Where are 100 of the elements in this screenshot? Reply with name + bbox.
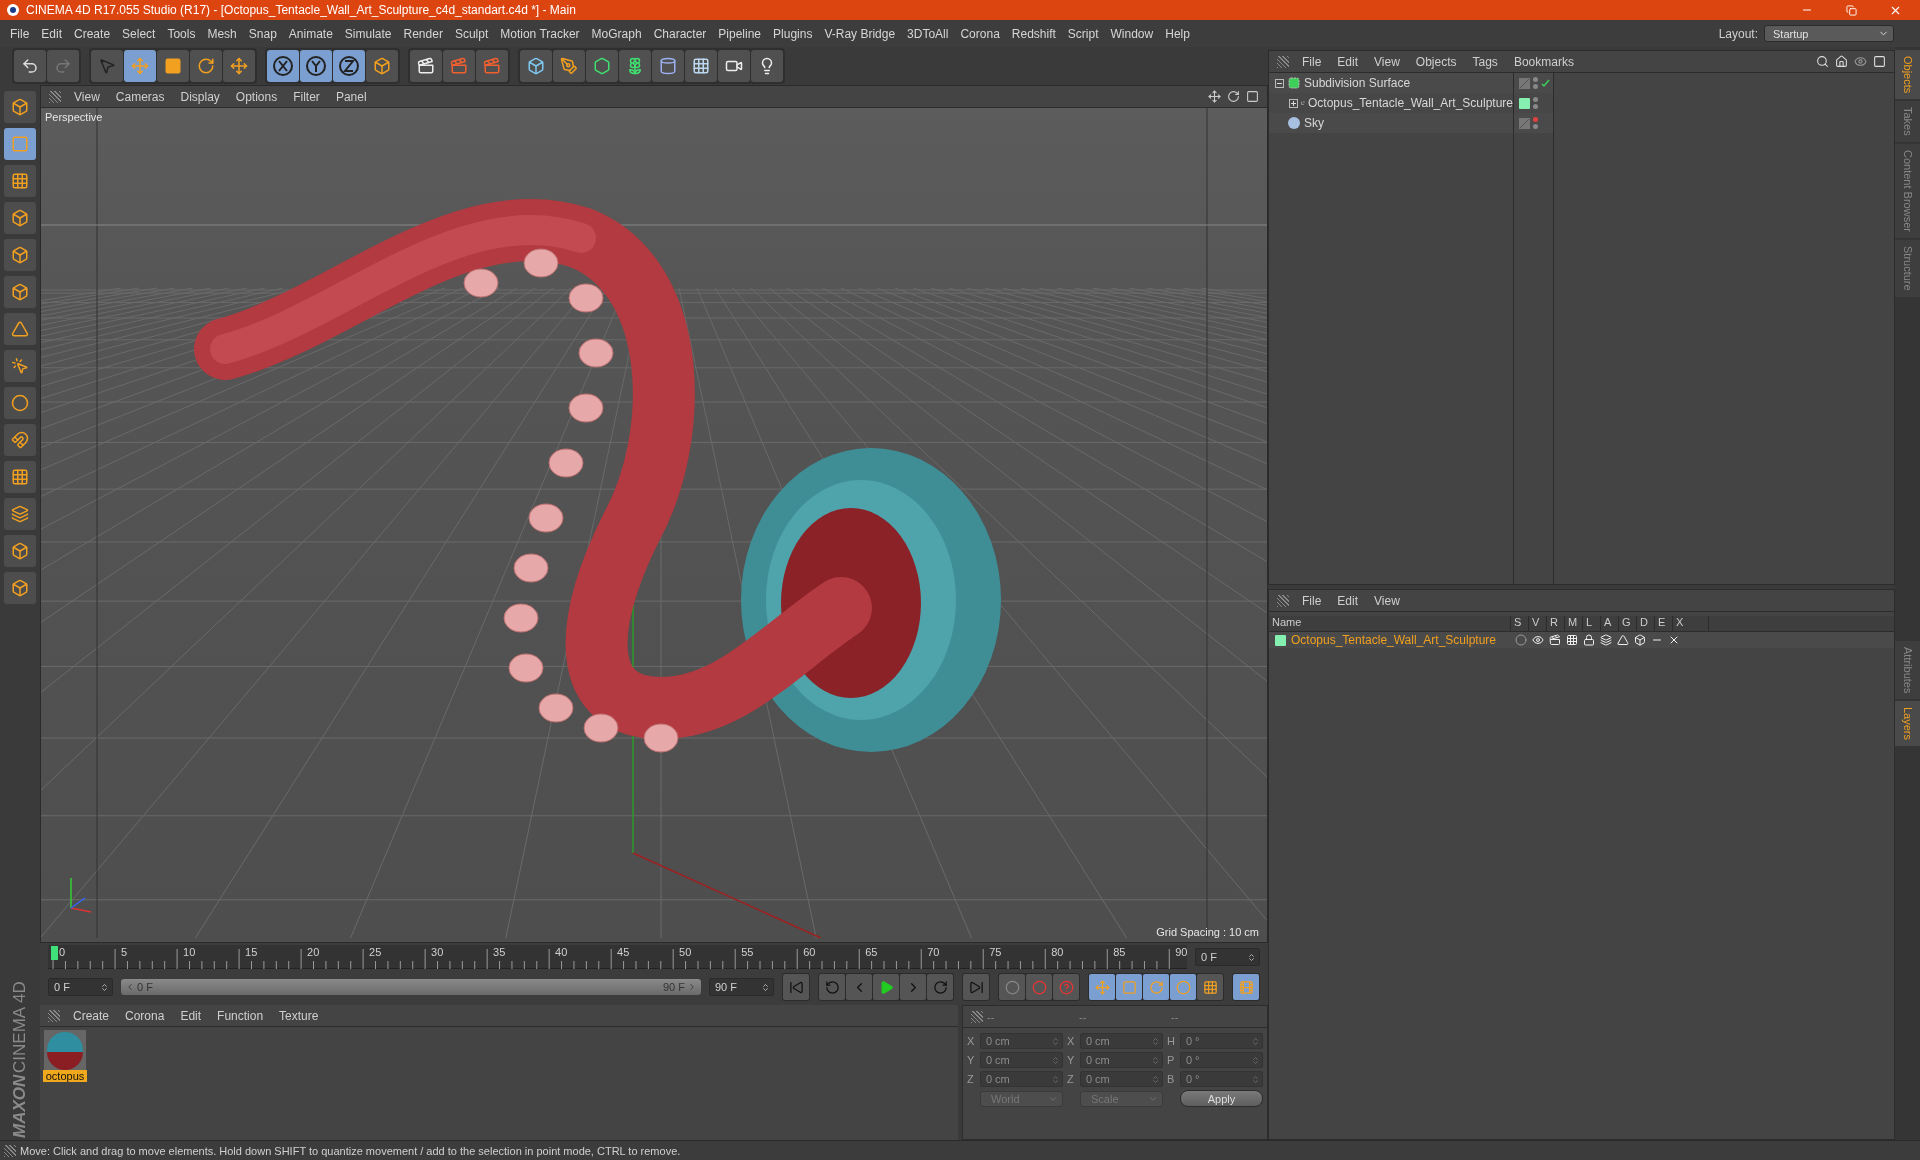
no-layer-icon[interactable] — [1519, 117, 1530, 129]
pen-button[interactable] — [553, 50, 585, 82]
mode-tool-button[interactable] — [4, 91, 36, 123]
menu-item[interactable]: Character — [647, 24, 713, 43]
coordinate-system-button[interactable] — [366, 50, 398, 82]
render-settings-button[interactable] — [476, 50, 508, 82]
new-window-icon[interactable] — [1873, 55, 1886, 68]
visibility-dots[interactable] — [1533, 97, 1538, 109]
orbit-icon[interactable] — [1227, 90, 1240, 103]
mode-tool-button[interactable] — [4, 461, 36, 493]
collapse-icon[interactable] — [1275, 78, 1284, 88]
start-frame-field[interactable]: 0 F — [48, 978, 113, 996]
home-icon[interactable] — [1835, 55, 1848, 68]
mode-tool-button[interactable] — [4, 424, 36, 456]
object-row[interactable]: Sky — [1269, 113, 1513, 133]
column-header[interactable]: V — [1529, 616, 1547, 631]
mode-tool-button[interactable] — [4, 572, 36, 604]
lock-icon[interactable] — [1583, 634, 1595, 646]
floor-button[interactable] — [685, 50, 717, 82]
timeline-ruler[interactable]: 0 5 10 15 20 25 30 35 40 45 50 55 60 65 70 75 80 85 90 — [48, 945, 1187, 969]
cube-button[interactable] — [520, 50, 552, 82]
menu-item[interactable]: Animate — [282, 24, 339, 43]
layer-color-swatch[interactable] — [1519, 97, 1530, 109]
column-header[interactable]: A — [1601, 616, 1619, 631]
previous-key-button[interactable] — [819, 974, 845, 1000]
select-tool-button[interactable] — [91, 50, 123, 82]
layer-row[interactable]: Octopus_Tentacle_Wall_Art_Sculpture — [1269, 632, 1894, 648]
menu-item[interactable]: MoGraph — [585, 24, 648, 43]
menu-item[interactable]: Script — [1061, 24, 1105, 43]
menu-item[interactable]: Sculpt — [448, 24, 495, 43]
menu-item[interactable]: File — [4, 24, 36, 43]
mode-tool-button[interactable] — [4, 276, 36, 308]
viewport-menu-item[interactable]: Options — [228, 87, 285, 106]
deformer-button[interactable] — [652, 50, 684, 82]
side-tab[interactable]: Objects — [1895, 50, 1920, 100]
cube-icon[interactable] — [1634, 634, 1646, 646]
visibility-dots[interactable] — [1533, 117, 1538, 129]
x-axis-button[interactable] — [267, 50, 299, 82]
menu-item[interactable]: V-Ray Bridge — [818, 24, 902, 43]
material-menu-item[interactable]: Create — [66, 1006, 117, 1025]
viewport-canvas[interactable]: Perspective Grid Spacing : 10 cm — [41, 108, 1267, 942]
grip-icon[interactable] — [4, 1144, 16, 1157]
y-axis-button[interactable] — [300, 50, 332, 82]
side-tab[interactable]: Layers — [1895, 701, 1920, 747]
rotate-tool-button[interactable] — [190, 50, 222, 82]
column-header[interactable]: X — [1673, 616, 1709, 631]
maximize-icon[interactable] — [1246, 90, 1259, 103]
cloner-button[interactable] — [619, 50, 651, 82]
viewport-menu-item[interactable]: Cameras — [108, 87, 172, 106]
layer-color-swatch[interactable] — [1275, 634, 1286, 646]
spinner-icon[interactable] — [761, 982, 770, 992]
pan-icon[interactable] — [1208, 90, 1221, 103]
solo-icon[interactable] — [1515, 634, 1527, 646]
visibility-dots[interactable] — [1533, 77, 1538, 89]
mode-tool-button[interactable] — [4, 350, 36, 382]
column-header[interactable]: Name — [1269, 616, 1511, 631]
objects-menu-item[interactable]: Tags — [1465, 52, 1505, 71]
clapperboard-icon[interactable] — [1549, 634, 1561, 646]
menu-item[interactable]: Redshift — [1005, 24, 1062, 43]
grip-icon[interactable] — [1277, 55, 1289, 68]
menu-item[interactable]: Help — [1159, 24, 1196, 43]
grid-icon[interactable] — [1566, 634, 1578, 646]
viewport-menu-item[interactable]: Filter — [286, 87, 327, 106]
menu-item[interactable]: Edit — [35, 24, 69, 43]
grip-icon[interactable] — [1277, 594, 1289, 607]
column-header[interactable]: G — [1619, 616, 1637, 631]
viewport-menu-item[interactable]: Panel — [328, 87, 374, 106]
scale-tool-button[interactable] — [157, 50, 189, 82]
menu-item[interactable]: Corona — [954, 24, 1006, 43]
check-icon[interactable] — [1541, 78, 1550, 88]
menu-item[interactable]: Plugins — [767, 24, 819, 43]
layers-menu-item[interactable]: File — [1295, 591, 1329, 610]
spinner-icon[interactable] — [100, 982, 109, 992]
viewport-menu-item[interactable]: View — [67, 87, 107, 106]
column-header[interactable]: S — [1511, 616, 1529, 631]
grip-icon[interactable] — [971, 1010, 983, 1023]
expand-icon[interactable] — [1289, 98, 1298, 108]
menu-item[interactable]: Motion Tracker — [494, 24, 586, 43]
mode-tool-button[interactable] — [4, 535, 36, 567]
object-row[interactable]: Subdivision Surface — [1269, 73, 1513, 93]
column-header[interactable]: R — [1547, 616, 1565, 631]
play-button[interactable] — [873, 974, 899, 1000]
objects-menu-item[interactable]: File — [1295, 52, 1329, 71]
menu-item[interactable]: Tools — [161, 24, 202, 43]
last-frame-button[interactable] — [963, 974, 989, 1000]
menu-item[interactable]: Snap — [242, 24, 283, 43]
mode-tool-button[interactable] — [4, 498, 36, 530]
key-mode-button[interactable] — [1197, 974, 1223, 1000]
menu-item[interactable]: Select — [116, 24, 162, 43]
objects-menu-item[interactable]: Edit — [1330, 52, 1366, 71]
menu-item[interactable]: 3DToAll — [901, 24, 955, 43]
column-header[interactable]: L — [1583, 616, 1601, 631]
z-axis-button[interactable] — [333, 50, 365, 82]
first-frame-button[interactable] — [783, 974, 809, 1000]
menu-item[interactable]: Mesh — [201, 24, 243, 43]
column-header[interactable]: E — [1655, 616, 1673, 631]
column-header[interactable]: D — [1637, 616, 1655, 631]
end-frame-field[interactable]: 90 F — [709, 978, 774, 996]
subdivision-button[interactable] — [586, 50, 618, 82]
undo-button[interactable] — [14, 50, 46, 82]
